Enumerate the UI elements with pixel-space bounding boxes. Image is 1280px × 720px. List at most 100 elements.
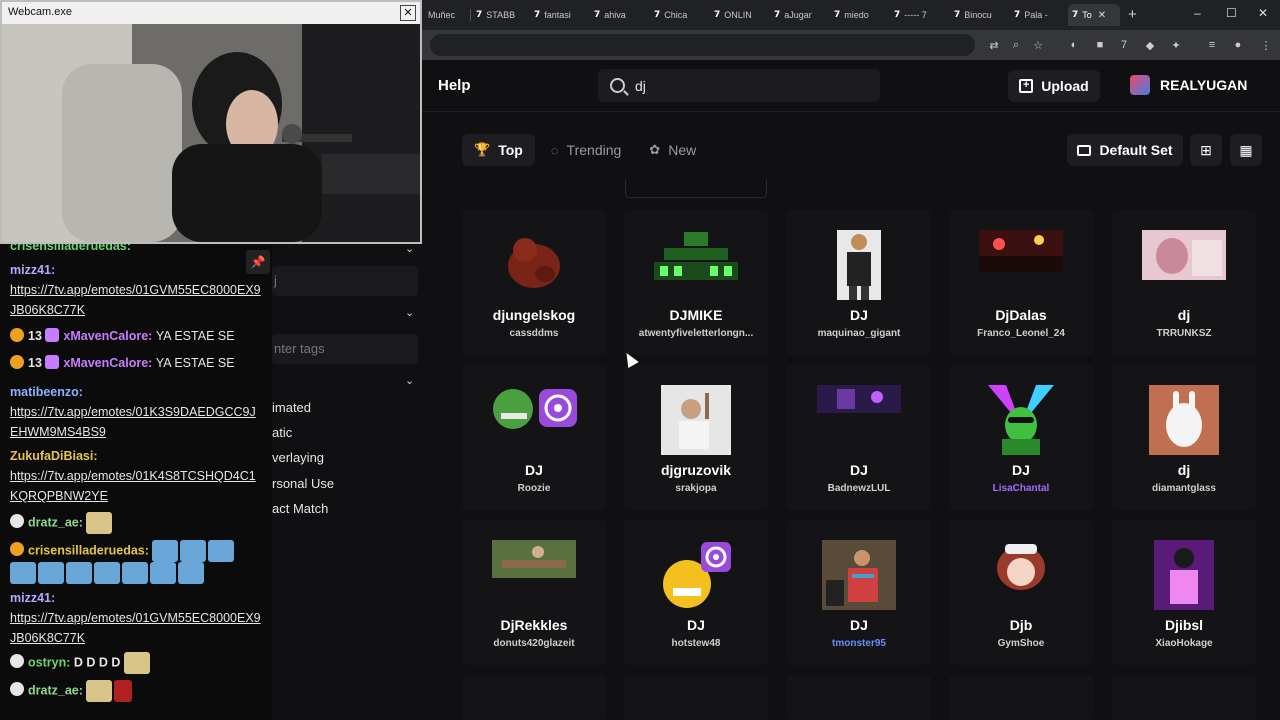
emote-owner[interactable]: cassddms (462, 328, 606, 339)
small-grid-view-button[interactable]: ▦ (1230, 134, 1262, 166)
emote-badge-icon (45, 328, 60, 342)
emote-card[interactable]: Djibsl XiaoHokage (1112, 520, 1256, 665)
tab-label: Chica (664, 10, 688, 20)
emote-owner[interactable]: XiaoHokage (1112, 638, 1256, 649)
webcam-window: Webcam.exe ✕ (0, 0, 422, 244)
chat-link[interactable]: https://7tv.app/emotes/01K3S9DAEDGCC9JEH… (10, 405, 256, 439)
emote-card[interactable]: DjDalas Franco_Leonel_24 (949, 210, 1093, 355)
close-tab-icon[interactable]: ✕ (1098, 10, 1106, 21)
close-webcam-button[interactable]: ✕ (400, 5, 416, 21)
close-window-button[interactable]: ✕ (1258, 6, 1268, 20)
chat-link[interactable]: https://7tv.app/emotes/01GVM55EC8000EX9J… (10, 283, 261, 317)
filter-option-personal-use[interactable]: rsonal Use (272, 476, 334, 491)
emote-card[interactable]: dj diamantglass (1112, 365, 1256, 510)
emote-card-partial[interactable] (624, 675, 768, 720)
emote-owner[interactable]: TRRUNKSZ (1112, 328, 1256, 339)
browser-tab[interactable]: 7 aJugar (770, 4, 825, 26)
browser-tab[interactable]: 7 ----- 7 (890, 4, 945, 26)
emote-card[interactable]: dj TRRUNKSZ (1112, 210, 1256, 355)
emote-card[interactable]: DJ LisaChantal (949, 365, 1093, 510)
help-link[interactable]: Help (438, 77, 471, 94)
tags-input[interactable]: nter tags (272, 334, 418, 364)
emote-card-partial[interactable] (949, 675, 1093, 720)
emote-name: DJ (850, 462, 868, 478)
zoom-icon[interactable]: ⌕ (1008, 37, 1024, 53)
emote-owner[interactable]: atwentyfiveletterlongn... (624, 328, 768, 339)
filter-option-static[interactable]: atic (272, 425, 292, 440)
emote-card[interactable]: DJ BadnewzLUL (787, 365, 931, 510)
large-grid-view-button[interactable]: ⊞ (1190, 134, 1222, 166)
chat-username: dratz_ae: (28, 515, 83, 530)
emote-owner[interactable]: donuts420glazeit (462, 638, 606, 649)
emote-owner[interactable]: maquinao_gigant (787, 328, 931, 339)
browser-tab[interactable]: 7 Chica (650, 4, 705, 26)
browser-tab[interactable]: 7 STABB (472, 4, 522, 26)
browser-tab[interactable]: 7 ONLIN (710, 4, 765, 26)
filter-new-button[interactable]: ✿ New (637, 134, 708, 166)
browser-tab[interactable]: 7 Pala - (1010, 4, 1065, 26)
emote-card[interactable]: DJ hotstew48 (624, 520, 768, 665)
minimize-button[interactable]: – (1194, 6, 1201, 20)
filter-top-button[interactable]: 🏆 Top (462, 134, 535, 166)
emote-card[interactable]: DJ tmonster95 (787, 520, 931, 665)
extension-icon[interactable]: ■ (1092, 37, 1108, 53)
emote-owner[interactable]: LisaChantal (949, 483, 1093, 494)
emote-card[interactable]: djgruzovik srakjopa (624, 365, 768, 510)
puzzle-extensions-icon[interactable]: ✦ (1168, 37, 1184, 53)
user-menu[interactable]: REALYUGAN (1130, 75, 1247, 95)
filter-option-exact-match[interactable]: act Match (272, 501, 328, 516)
chat-username: mizz41: (10, 263, 56, 277)
emote-card-partial[interactable] (787, 675, 931, 720)
extension-icon[interactable]: ◆ (1142, 37, 1158, 53)
plus-icon: + (1019, 79, 1034, 93)
new-tab-button[interactable]: + (1128, 6, 1137, 23)
emote-card[interactable]: DjRekkles donuts420glazeit (462, 520, 606, 665)
emote-owner[interactable]: tmonster95 (787, 638, 931, 649)
emote-card[interactable]: DJMIKE atwentyfiveletterlongn... (624, 210, 768, 355)
search-input[interactable]: dj (598, 69, 880, 102)
omnibox[interactable] (430, 34, 975, 56)
maximize-button[interactable]: ☐ (1226, 6, 1237, 20)
chat-link[interactable]: https://7tv.app/emotes/01GVM55EC8000EX9J… (10, 611, 261, 645)
browser-tab[interactable]: 7 Binocu (950, 4, 1005, 26)
filter-option-animated[interactable]: imated (272, 400, 311, 415)
chat-message: 13 xMavenCalore: YA ESTAE SE (10, 353, 262, 373)
media-control-icon[interactable]: ≡ (1204, 37, 1220, 53)
chat-message: crisensilladeruedas: (10, 540, 262, 584)
more-menu-icon[interactable]: ⋮ (1258, 37, 1274, 53)
extension-icon[interactable]: ◐ (1066, 37, 1082, 53)
filter-option-overlaying[interactable]: verlaying (272, 450, 324, 465)
filter-trending-button[interactable]: ◌ Trending (539, 134, 633, 166)
emote-card-partial[interactable] (1112, 675, 1256, 720)
browser-tab-active[interactable]: 7 To ✕ (1068, 4, 1120, 26)
emote-owner[interactable]: GymShoe (949, 638, 1093, 649)
chevron-down-icon[interactable]: ⌄ (405, 306, 414, 319)
emote-owner[interactable]: Franco_Leonel_24 (949, 328, 1093, 339)
browser-tab[interactable]: 7 miedo (830, 4, 885, 26)
chevron-down-icon[interactable]: ⌄ (405, 374, 414, 387)
translate-icon[interactable]: ⇄ (986, 37, 1002, 53)
emote-owner[interactable]: srakjopa (624, 483, 768, 494)
browser-tab[interactable]: 7 fantasi (530, 4, 585, 26)
emote-card[interactable]: DJ maquinao_gigant (787, 210, 931, 355)
chat-username: xMavenCalore: (63, 356, 153, 370)
profile-avatar-icon[interactable]: ● (1230, 37, 1246, 53)
emote-card[interactable]: djungelskog cassddms (462, 210, 606, 355)
browser-tab[interactable]: Muñec (424, 4, 468, 26)
chat-link[interactable]: https://7tv.app/emotes/01K4S8TCSHQD4C1KQ… (10, 469, 256, 503)
chat-username: mizz41: (10, 591, 56, 605)
emote-owner[interactable]: hotstew48 (624, 638, 768, 649)
emote-owner[interactable]: diamantglass (1112, 483, 1256, 494)
emote-card[interactable]: DJ Roozie (462, 365, 606, 510)
emote-owner[interactable]: BadnewzLUL (787, 483, 931, 494)
emote-card-partial[interactable] (462, 675, 606, 720)
name-filter-input[interactable]: j (272, 266, 418, 296)
emote-owner[interactable]: Roozie (462, 483, 606, 494)
bookmark-star-icon[interactable]: ☆ (1030, 37, 1046, 53)
7tv-extension-icon[interactable]: 7 (1116, 37, 1132, 53)
emote-card[interactable]: Djb GymShoe (949, 520, 1093, 665)
7tv-favicon-icon: 7 (714, 10, 721, 20)
default-set-button[interactable]: Default Set (1067, 134, 1183, 166)
browser-tab[interactable]: 7 ahiva (590, 4, 645, 26)
upload-button[interactable]: + Upload (1008, 70, 1100, 102)
